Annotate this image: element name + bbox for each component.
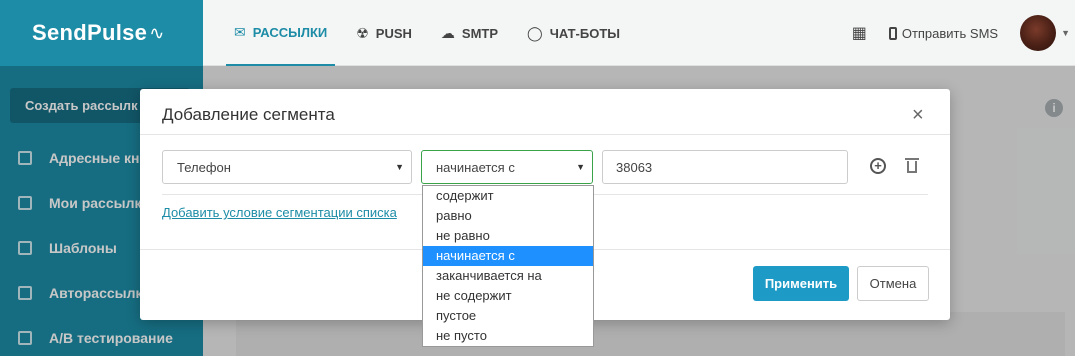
cancel-button[interactable]: Отмена xyxy=(857,266,929,301)
envelope-icon: ✉ xyxy=(234,23,246,40)
nav-item-chatbots[interactable]: ◯ ЧАТ-БОТЫ xyxy=(519,0,628,66)
send-sms-link[interactable]: Отправить SMS xyxy=(888,25,999,41)
trash-body xyxy=(907,161,917,173)
dropdown-option-starts-with[interactable]: начинается с xyxy=(423,246,593,266)
chat-icon: ◯ xyxy=(527,24,543,41)
chevron-down-icon: ▼ xyxy=(395,162,404,172)
cloud-icon: ☁ xyxy=(440,24,455,41)
pulse-icon: ∿ xyxy=(149,22,165,43)
chevron-down-icon[interactable]: ▼ xyxy=(1061,28,1070,38)
dropdown-option-empty[interactable]: пустое xyxy=(423,306,593,326)
nav-label: РАССЫЛКИ xyxy=(252,24,328,40)
main-nav: ✉ РАССЫЛКИ ☢ PUSH ☁ SMTP ◯ ЧАТ-БОТЫ xyxy=(226,0,641,66)
dropdown-option-not-equals[interactable]: не равно xyxy=(423,226,593,246)
field-select-value: Телефон xyxy=(177,159,231,175)
avatar[interactable] xyxy=(1020,15,1057,51)
chevron-down-icon: ▼ xyxy=(576,162,585,172)
nav-item-smtp[interactable]: ☁ SMTP xyxy=(433,0,506,66)
gift-icon[interactable]: ▦ xyxy=(852,23,867,43)
logo[interactable]: SendPulse ∿ xyxy=(0,0,203,66)
phone-icon xyxy=(888,26,897,40)
nav-item-mailings[interactable]: ✉ РАССЫЛКИ xyxy=(226,0,336,66)
dropdown-option-equals[interactable]: равно xyxy=(423,206,593,226)
nav-label: SMTP xyxy=(461,25,499,41)
condition-select[interactable]: начинается с ▼ xyxy=(421,150,593,184)
logo-text: SendPulse xyxy=(32,20,148,45)
dropdown-option-contains[interactable]: содержит xyxy=(423,186,593,206)
trash-icon[interactable] xyxy=(905,158,919,174)
apply-button[interactable]: Применить xyxy=(753,266,849,301)
condition-dropdown: содержит равно не равно начинается с зак… xyxy=(422,185,594,347)
nav-label: PUSH xyxy=(375,25,412,41)
modal-divider xyxy=(140,134,950,135)
top-header: SendPulse ∿ ✉ РАССЫЛКИ ☢ PUSH ☁ SMTP ◯ Ч… xyxy=(0,0,1075,66)
nav-label: ЧАТ-БОТЫ xyxy=(549,25,620,41)
dropdown-option-ends-with[interactable]: заканчивается на xyxy=(423,266,593,286)
add-circle-icon[interactable]: + xyxy=(870,158,886,174)
header-tools: ▦ Отправить SMS ▼ xyxy=(852,0,1075,66)
nav-item-push[interactable]: ☢ PUSH xyxy=(348,0,420,66)
add-condition-link[interactable]: Добавить условие сегментации списка xyxy=(162,205,397,220)
modal-title: Добавление сегмента xyxy=(162,105,335,124)
close-icon[interactable]: × xyxy=(912,105,924,125)
condition-select-value: начинается с xyxy=(436,159,515,175)
send-sms-label: Отправить SMS xyxy=(901,25,999,41)
dropdown-option-not-contains[interactable]: не содержит xyxy=(423,286,593,306)
bell-icon: ☢ xyxy=(356,24,369,41)
dropdown-option-not-empty[interactable]: не пусто xyxy=(423,326,593,346)
field-select[interactable]: Телефон ▼ xyxy=(162,150,412,184)
condition-value-input[interactable] xyxy=(602,150,848,184)
